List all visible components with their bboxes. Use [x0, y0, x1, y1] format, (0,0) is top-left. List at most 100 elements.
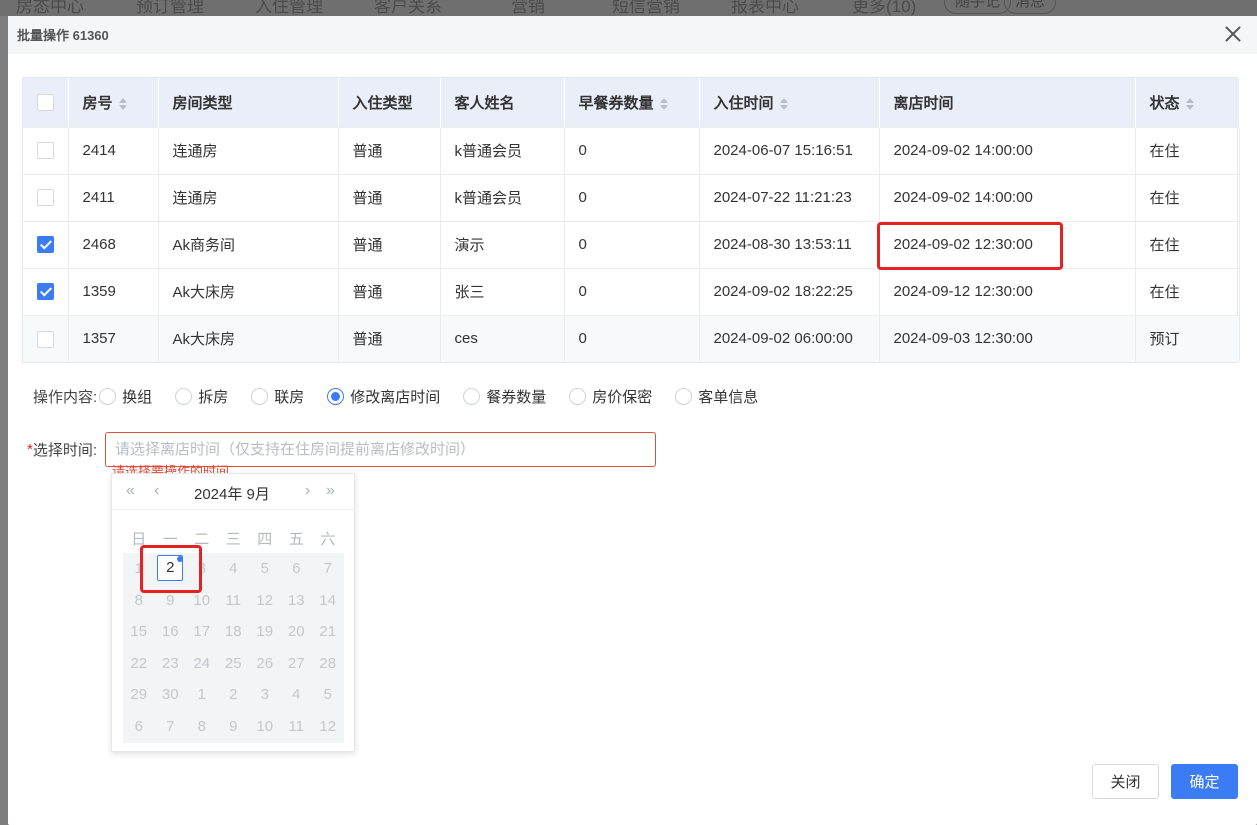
- calendar-day: 9: [155, 585, 187, 617]
- calendar-day: 7: [312, 553, 344, 585]
- radio-icon[interactable]: [675, 387, 693, 405]
- radio-icon[interactable]: [175, 387, 193, 405]
- option-label: 客单信息: [698, 388, 759, 406]
- calendar-day: 13: [281, 585, 313, 617]
- calendar-day-label: 7: [323, 560, 332, 577]
- column-header-label: 离店时间: [893, 94, 954, 112]
- cell-checkin-type: 普通: [338, 173, 441, 221]
- operation-label: 操作内容:: [33, 388, 98, 406]
- calendar-day-label: 19: [256, 623, 274, 641]
- operation-option-link[interactable]: 联房: [251, 386, 304, 407]
- radio-icon[interactable]: [251, 387, 269, 405]
- row-checkbox[interactable]: [36, 189, 54, 207]
- column-header-breakfast[interactable]: 早餐券数量: [564, 78, 700, 127]
- calendar-day: 15: [123, 616, 155, 648]
- cell-guest: 张三: [440, 267, 565, 315]
- option-label: 联房: [274, 388, 305, 406]
- sort-icon[interactable]: [118, 97, 127, 110]
- calendar-day: 24: [186, 648, 218, 680]
- cell-checkout: 2024-09-12 12:30:00: [879, 267, 1136, 315]
- calendar-day: 26: [249, 648, 281, 680]
- radio-icon[interactable]: [569, 387, 587, 405]
- cell-checkout: 2024-09-02 14:00:00: [879, 126, 1136, 174]
- prev-month-icon[interactable]: ‹: [154, 482, 159, 500]
- date-picker-title: 2024年 9月: [194, 486, 270, 503]
- table-row[interactable]: 2468 Ak商务间 普通 演示 0 2024-08-30 13:53:11 2…: [23, 220, 1240, 268]
- next-year-icon[interactable]: »: [326, 482, 335, 500]
- prev-year-icon[interactable]: «: [126, 482, 135, 500]
- next-month-icon[interactable]: ›: [305, 482, 310, 500]
- cell-checkout: 2024-09-02 14:00:00: [879, 173, 1136, 221]
- calendar-day-label: 25: [224, 654, 242, 672]
- calendar-day-label: 17: [193, 623, 211, 641]
- date-picker: « ‹ 2024年 9月 › » 日 一 二 三 四 五 六 123456789…: [111, 473, 355, 752]
- column-header-checkin[interactable]: 入住时间: [699, 78, 880, 127]
- calendar-day: 11: [281, 711, 313, 743]
- sort-icon[interactable]: [659, 97, 668, 110]
- operation-option-regroup[interactable]: 换组: [99, 386, 152, 407]
- cell-checkin: 2024-06-07 15:16:51: [699, 126, 880, 174]
- calendar-day: 10: [186, 585, 218, 617]
- table-row[interactable]: 1357 Ak大床房 普通 ces 0 2024-09-02 06:00:00 …: [23, 314, 1240, 362]
- table-row[interactable]: 1359 Ak大床房 普通 张三 0 2024-09-02 18:22:25 2…: [23, 267, 1240, 315]
- calendar-day-label: 11: [225, 591, 242, 609]
- option-label: 房价保密: [592, 388, 653, 406]
- operation-option-guest-info[interactable]: 客单信息: [675, 386, 758, 407]
- close-button[interactable]: 关闭: [1092, 764, 1159, 799]
- time-select-row: * 选择时间:: [27, 432, 657, 467]
- column-header-label: 状态: [1149, 94, 1180, 112]
- calendar-day: 7: [155, 711, 187, 743]
- calendar-day: 12: [249, 585, 281, 617]
- row-select-cell: [23, 173, 69, 221]
- calendar-day: 5: [249, 553, 281, 585]
- operation-option-split[interactable]: 拆房: [175, 386, 228, 407]
- cell-checkin: 2024-09-02 06:00:00: [699, 314, 880, 362]
- calendar-day-label: 5: [323, 686, 332, 704]
- bg-nav-item: 预订管理: [136, 0, 204, 16]
- cell-type: Ak大床房: [158, 314, 339, 362]
- calendar-day-label: 1: [134, 560, 143, 577]
- column-header-room[interactable]: 房号: [68, 78, 159, 127]
- row-checkbox-checked[interactable]: [36, 236, 54, 254]
- cell-guest: k普通会员: [440, 173, 565, 221]
- cell-type: 连通房: [158, 173, 339, 221]
- operation-option-price-secret[interactable]: 房价保密: [569, 386, 652, 407]
- time-select-label: 选择时间:: [32, 442, 98, 459]
- radio-icon[interactable]: [463, 387, 481, 405]
- sort-icon[interactable]: [779, 97, 788, 110]
- table-row[interactable]: 2414 连通房 普通 k普通会员 0 2024-06-07 15:16:51 …: [23, 126, 1240, 174]
- select-all-checkbox[interactable]: [36, 94, 54, 112]
- calendar-day: 12: [312, 711, 344, 743]
- calendar-day: 22: [123, 648, 155, 680]
- weekday-label: 四: [257, 531, 273, 548]
- calendar-day: 27: [281, 648, 313, 680]
- column-header-checkout: 离店时间: [879, 78, 1136, 127]
- close-icon[interactable]: [1223, 24, 1243, 44]
- calendar-day: 23: [155, 648, 187, 680]
- calendar-day-label: 30: [161, 686, 179, 704]
- radio-selected-icon[interactable]: [327, 387, 345, 405]
- calendar-day: 8: [186, 711, 218, 743]
- calendar-day-today[interactable]: 2: [155, 553, 187, 585]
- sort-icon[interactable]: [1185, 97, 1194, 110]
- calendar-day-label: 9: [229, 717, 238, 735]
- calendar-day-label: 21: [319, 623, 337, 641]
- calendar-day-label: 8: [197, 717, 206, 735]
- radio-icon[interactable]: [99, 387, 117, 405]
- confirm-button[interactable]: 确定: [1171, 764, 1238, 799]
- today-dot-icon: [177, 556, 183, 562]
- calendar-day-label: 24: [193, 654, 211, 672]
- checkout-time-input[interactable]: [105, 432, 657, 467]
- row-checkbox-checked[interactable]: [36, 283, 54, 301]
- calendar-day: 10: [249, 711, 281, 743]
- row-checkbox[interactable]: [36, 330, 54, 348]
- operation-option-meal-vouchers[interactable]: 餐券数量: [463, 386, 546, 407]
- cell-guest: 演示: [440, 220, 565, 268]
- operation-option-change-checkout[interactable]: 修改离店时间: [327, 386, 440, 407]
- row-select-cell: [23, 220, 69, 268]
- row-checkbox[interactable]: [36, 142, 54, 160]
- bg-nav-item: 入住管理: [255, 0, 323, 16]
- column-header-status[interactable]: 状态: [1135, 78, 1240, 127]
- table-row[interactable]: 2411 连通房 普通 k普通会员 0 2024-07-22 11:21:23 …: [23, 173, 1240, 221]
- calendar-day-label: 29: [130, 686, 148, 704]
